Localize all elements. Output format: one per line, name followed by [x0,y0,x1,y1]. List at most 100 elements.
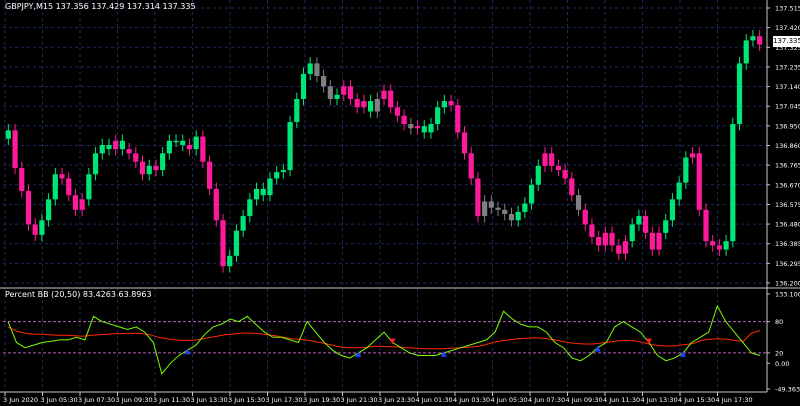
candle-body [542,153,548,166]
candle-body [12,130,18,168]
candle-body [374,98,380,112]
time-tick-label: 4 Jun 03:30 [453,396,490,404]
candle-body [649,232,655,250]
candle-body [643,216,649,233]
candle-body [186,144,193,150]
candle-body [428,124,434,133]
candle-body [609,232,615,246]
candle-body [475,178,481,217]
candle-body [193,136,199,150]
candle-body [327,86,333,99]
indicator-tick-label: -49.3637 [775,386,800,394]
candle-body [421,126,427,133]
candle-body [200,136,206,162]
candle-body [663,220,669,233]
candle-body [206,161,213,189]
candle-body [354,98,360,108]
candle-body [213,188,219,221]
candle-body [676,182,682,200]
candle-body [455,105,461,133]
candle-body [253,188,260,200]
time-tick-label: 4 Jun 05:30 [491,396,528,404]
candle-body [227,255,233,267]
candle-body [133,153,139,162]
candle-body [602,232,608,246]
candle-body [482,201,488,217]
time-tick-label: 3 Jun 09:30 [116,396,153,404]
indicator-signal-arrows [184,338,687,357]
candle-body [502,209,508,214]
time-tick-label: 4 Jun 15:30 [678,396,715,404]
candle-body [528,184,535,204]
candle-body [582,209,588,225]
candle-body [562,170,568,179]
price-tick-label: 136.765 [775,162,800,170]
candle-body [294,98,300,122]
candle-body [730,124,736,242]
price-tick-label: 136.575 [775,201,800,209]
candle-body [689,153,696,158]
price-tick-label: 137.140 [775,83,800,91]
candle-body [59,174,65,179]
candle-body [549,153,555,166]
candle-body [260,188,266,196]
candle-body [495,207,501,210]
candle-body [468,153,474,179]
time-tick-label: 3 Jun 23:30 [378,396,415,404]
candle-body [334,94,340,99]
price-tick-label: 136.200 [775,280,800,288]
candle-body [19,167,25,191]
candle-body [522,203,528,212]
candle-body [388,90,394,108]
candle-body [5,130,11,139]
time-tick-label: 4 Jun 11:30 [603,396,640,404]
trading-chart[interactable]: 137.515137.420137.325137.235137.140137.0… [0,0,800,406]
candle-body [347,86,354,99]
candle-body [314,63,320,76]
candle-body [683,157,689,183]
candle-body [515,211,521,221]
candle-body [119,140,125,150]
price-tick-label: 136.670 [775,181,800,189]
candle-body [435,107,441,125]
candle-body [575,195,582,210]
candle-body [166,140,172,154]
candle-body [716,245,722,250]
candle-body [629,224,635,242]
candle-body [99,144,105,154]
candle-body [361,101,367,108]
time-tick-label: 4 Jun 13:30 [641,396,678,404]
time-tick-label: 4 Jun 17:30 [716,396,753,404]
price-tick-label: 137.420 [775,24,800,32]
candle-body [757,36,763,45]
time-tick-label: 3 Jun 07:30 [78,396,115,404]
indicator-tick-label: 20 [775,349,783,357]
candle-body [267,178,273,196]
candle-body [669,199,676,221]
candle-body [367,101,374,112]
price-tick-label: 137.045 [775,103,800,111]
candle-body [622,241,629,254]
candle-body [39,220,45,235]
price-tick-label: 137.235 [775,63,800,71]
candle-body [25,190,32,225]
candle-body [569,178,575,196]
candle-body [153,165,159,171]
candle-body [341,86,347,95]
candle-body [656,232,662,250]
price-tick-label: 136.295 [775,260,800,268]
time-tick-label: 4 Jun 07:30 [528,396,565,404]
candle-body [173,140,179,143]
candle-body [72,195,79,210]
price-tick-label: 136.480 [775,221,800,229]
candle-body [448,101,454,106]
candle-body [274,172,280,179]
candle-body [180,140,186,145]
candle-body [126,149,132,154]
candlestick-series [5,29,763,273]
time-tick-label: 3 Jun 2020 [3,396,38,404]
candle-body [139,161,146,175]
candle-body [86,174,92,200]
candle-body [240,216,246,231]
candle-body [381,90,387,99]
